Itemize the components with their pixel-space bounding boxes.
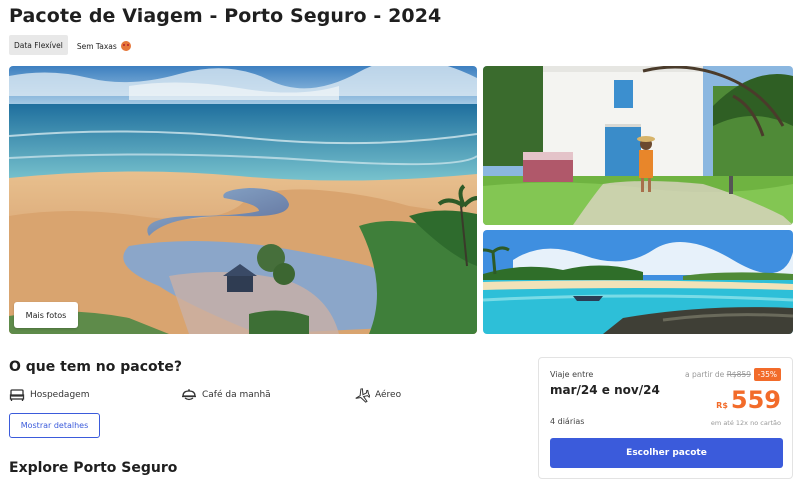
travel-dates: mar/24 e nov/24 xyxy=(550,383,660,397)
travel-label: Viaje entre xyxy=(550,370,594,379)
tag-flexible-date[interactable]: Data Flexível xyxy=(9,35,68,55)
amenity-label: Aéreo xyxy=(375,390,402,400)
beach-river-image xyxy=(9,66,477,334)
old-price: R$859 xyxy=(726,370,751,379)
explore-heading: Explore Porto Seguro xyxy=(9,460,178,476)
current-price: R$ 559 xyxy=(716,386,781,414)
from-prefix: a partir de xyxy=(685,370,725,379)
show-details-button[interactable]: Mostrar detalhes xyxy=(9,413,100,438)
amenity-list: Hospedagem Café da manhã Aéreo xyxy=(9,387,401,403)
nights-count: 4 diárias xyxy=(550,417,585,426)
house-photo[interactable] xyxy=(483,66,793,225)
discount-badge: -35% xyxy=(753,368,781,381)
more-photos-button[interactable]: Mais fotos xyxy=(14,302,78,328)
smiling-emoji-icon xyxy=(121,41,132,51)
airplane-icon xyxy=(355,388,370,403)
installments-note: em até 12x no cartão xyxy=(710,419,781,427)
price-card: Viaje entre mar/24 e nov/24 a partir de … xyxy=(538,357,793,479)
tag-list: Data Flexível Sem Taxas xyxy=(9,35,136,55)
tag-label: Sem Taxas xyxy=(76,42,117,51)
page-title: Pacote de Viagem - Porto Seguro - 2024 xyxy=(9,5,442,27)
price-amount: 559 xyxy=(730,386,781,414)
breakfast-icon xyxy=(182,389,196,401)
beach-boat-photo[interactable] xyxy=(483,230,793,334)
bed-icon xyxy=(9,389,25,401)
amenity-flight: Aéreo xyxy=(354,387,401,403)
amenity-label: Hospedagem xyxy=(30,390,90,400)
amenity-label: Café da manhã xyxy=(202,390,271,400)
price-currency: R$ xyxy=(716,401,728,410)
amenity-lodging: Hospedagem xyxy=(9,387,181,403)
white-house-image xyxy=(483,66,793,225)
main-photo[interactable] xyxy=(9,66,477,334)
package-heading: O que tem no pacote? xyxy=(9,359,182,375)
beach-boat-image xyxy=(483,230,793,334)
choose-package-button[interactable]: Escolher pacote xyxy=(550,438,783,468)
tag-no-fees[interactable]: Sem Taxas xyxy=(72,35,136,55)
from-price: a partir de R$859 xyxy=(685,370,751,379)
tag-label: Data Flexível xyxy=(14,41,63,50)
amenity-breakfast: Café da manhã xyxy=(181,387,354,403)
